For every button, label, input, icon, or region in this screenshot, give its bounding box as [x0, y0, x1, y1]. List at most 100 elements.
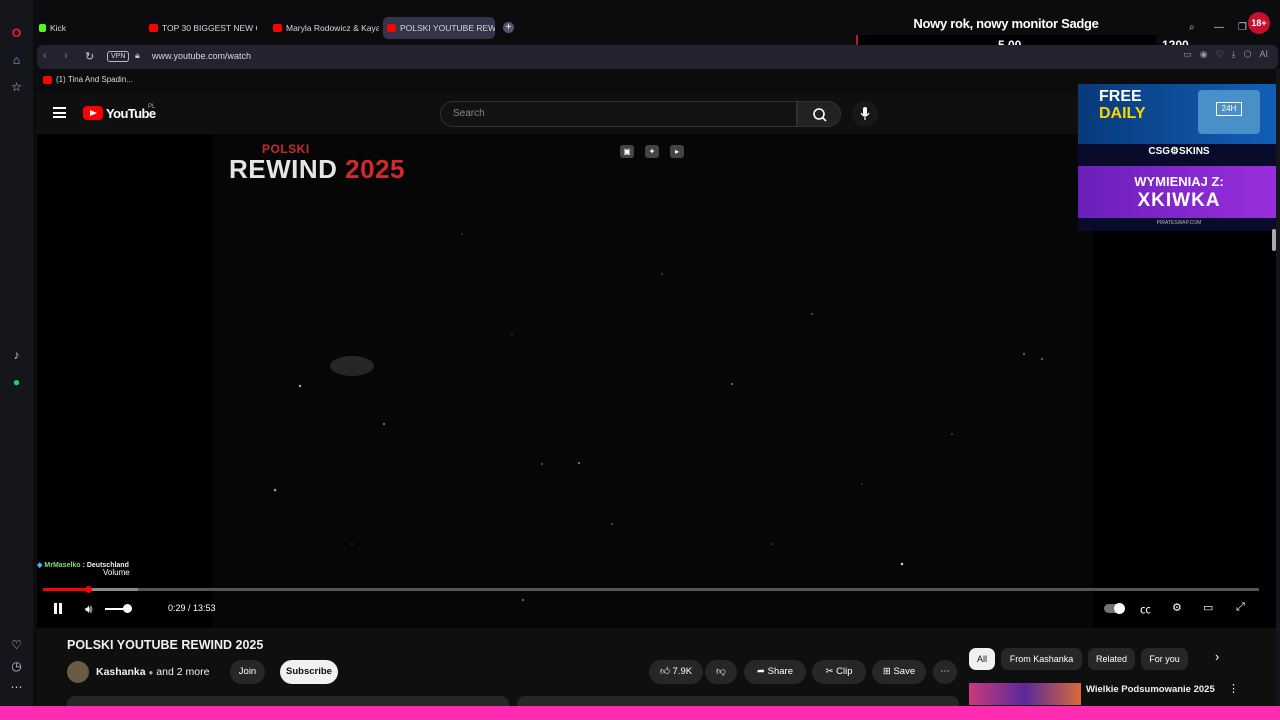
channel-name[interactable]: Kashanka ● and 2 more [96, 666, 209, 678]
sponsor-ad[interactable]: FREE DAILY 24H CSG⚙SKINS WYMIENIAJ Z: XKI… [1078, 84, 1280, 231]
captions-icon[interactable]: ㏄ [1140, 601, 1151, 617]
share-button[interactable]: ➦ Share [744, 660, 806, 684]
bookmarks-star-icon[interactable]: ☆ [7, 77, 26, 96]
save-button[interactable]: ⊞ Save [872, 660, 926, 684]
channel-more: and 2 more [156, 666, 210, 678]
subscribe-button[interactable]: Subscribe [280, 660, 338, 684]
browser-sidebar: O ⌂ ☆ ♪ ● ♡ ◷ ⋯ [0, 0, 33, 720]
comments-box[interactable] [517, 696, 959, 706]
starfield-graphic [273, 233, 1043, 601]
time-display: 0:29 / 13:53 [168, 603, 216, 613]
menu-icon[interactable] [53, 107, 66, 118]
ad-banner-purple: WYMIENIAJ Z: XKIWKA [1078, 166, 1280, 218]
forward-icon[interactable]: › [64, 50, 68, 62]
recommended-thumbnail[interactable] [969, 683, 1081, 705]
channel-avatar[interactable] [67, 661, 89, 683]
chip-for-you[interactable]: For you [1141, 648, 1188, 670]
youtube-favicon-icon [387, 24, 396, 32]
new-tab-button[interactable]: + [503, 22, 514, 33]
history-icon[interactable]: ◷ [7, 656, 26, 675]
join-button[interactable]: Join [230, 660, 265, 684]
search-input[interactable]: Search [440, 101, 797, 127]
youtube-favicon-icon [43, 75, 52, 84]
bookmark-item[interactable]: (1) Tina And Spadin... [43, 75, 133, 84]
restore-icon[interactable]: ❐ [1238, 22, 1247, 33]
save-label: Save [893, 666, 916, 677]
share-icon: ➦ [757, 666, 765, 677]
chat-badge-icon: ◆ [37, 562, 43, 569]
autoplay-toggle[interactable] [1104, 603, 1125, 614]
tab-maryla[interactable]: Maryla Rodowicz & Kayah [269, 17, 379, 39]
minimize-icon[interactable]: — [1214, 22, 1224, 33]
kick-icon [39, 24, 46, 32]
chip-from-channel[interactable]: From Kashanka [1001, 648, 1082, 670]
chip-all[interactable]: All [969, 648, 995, 670]
video-title: POLSKI YOUTUBE REWIND 2025 [67, 638, 264, 652]
search-icon [813, 108, 827, 122]
progress-scrubber[interactable] [85, 586, 92, 593]
ai-button[interactable]: AI [1259, 49, 1268, 60]
heart-icon[interactable]: ♡ [7, 635, 26, 654]
reload-icon[interactable]: ↻ [85, 50, 94, 63]
chevron-right-icon[interactable]: › [1215, 649, 1219, 664]
rewind-logo-big: REWIND 2025 [229, 156, 405, 182]
fullscreen-icon[interactable]: ⤢ [1236, 601, 1245, 614]
video-frame [212, 134, 1093, 628]
description-box[interactable] [67, 696, 509, 706]
rewind-logo: POLSKI REWIND 2025 [229, 142, 405, 182]
clip-button[interactable]: ✂ Clip [812, 660, 866, 684]
ad-free-line1: FREE [1099, 88, 1142, 105]
more-icon[interactable]: ⋯ [7, 677, 26, 696]
rewind-year: 2025 [345, 154, 406, 184]
like-count: 7.9K [672, 666, 693, 677]
spotify-icon[interactable]: ● [7, 372, 26, 391]
volume-icon[interactable]: 🔊︎ [85, 602, 93, 617]
tiktok-icon[interactable]: ♪ [7, 345, 26, 364]
screenshot-icon[interactable]: ▭ [1183, 49, 1192, 60]
tab-label: Maryla Rodowicz & Kayah [286, 23, 379, 33]
microphone-icon [860, 107, 870, 120]
thumbs-down-icon: 👎︎ [716, 666, 726, 677]
search-tabs-icon[interactable]: ⌕ [1189, 22, 1195, 33]
search-button[interactable] [797, 101, 841, 127]
tab-polski-rewind[interactable]: POLSKI YOUTUBE REW [383, 17, 495, 39]
progress-bar[interactable] [43, 586, 1259, 593]
camera-icon[interactable]: ◉ [1200, 49, 1208, 60]
skip-icon[interactable]: ▸ [670, 145, 684, 158]
youtube-logo-icon[interactable] [83, 106, 103, 120]
download-icon[interactable]: ⤓ [1232, 49, 1236, 60]
opera-logo-icon[interactable]: O [7, 23, 26, 42]
ad-swap-line1: WYMIENIAJ Z: [1134, 174, 1224, 189]
country-code: PL [148, 104, 156, 110]
chip-related[interactable]: Related [1088, 648, 1135, 670]
heart-icon[interactable]: ♡ [1216, 49, 1224, 60]
miniplayer-icon[interactable]: ▣ [620, 145, 634, 158]
channel-label: Kashanka [96, 666, 146, 678]
age-badge: 18+ [1248, 12, 1270, 34]
volume-knob[interactable] [123, 604, 132, 613]
chat-user: MrMaselko [44, 561, 81, 569]
sparkle-icon[interactable]: ✦ [645, 145, 659, 158]
like-button[interactable]: 👍︎ 7.9K [649, 660, 703, 684]
url-field[interactable]: www.youtube.com/watch [152, 51, 251, 61]
stream-goal-title: Nowy rok, nowy monitor Sadge [913, 16, 1099, 31]
dislike-button[interactable]: 👎︎ [705, 660, 737, 684]
home-icon[interactable]: ⌂ [7, 50, 26, 69]
tab-top30[interactable]: TOP 30 BIGGEST NEW Gar [145, 17, 257, 39]
youtube-favicon-icon [149, 24, 158, 32]
cube-icon[interactable]: ⬡ [1244, 49, 1252, 60]
pause-button[interactable] [52, 603, 64, 615]
thumbs-up-icon: 👍︎ [659, 666, 670, 677]
recommended-title[interactable]: Wielkie Podsumowanie 2025 [1086, 684, 1215, 695]
theater-mode-icon[interactable]: ▭ [1203, 601, 1213, 614]
tab-kick[interactable]: Kick [35, 17, 140, 39]
voice-search-button[interactable] [852, 101, 878, 127]
ad-box-label: 24H [1216, 102, 1242, 116]
vpn-badge[interactable]: VPN [107, 51, 130, 62]
back-icon[interactable]: ‹ [43, 50, 47, 62]
more-actions-button[interactable]: ⋯ [933, 660, 957, 684]
lock-icon[interactable]: 🔒︎ [135, 50, 140, 61]
right-edge-strip [1276, 69, 1280, 706]
more-vert-icon[interactable]: ⋮ [1228, 682, 1239, 695]
settings-icon[interactable]: ⚙ [1172, 601, 1182, 614]
